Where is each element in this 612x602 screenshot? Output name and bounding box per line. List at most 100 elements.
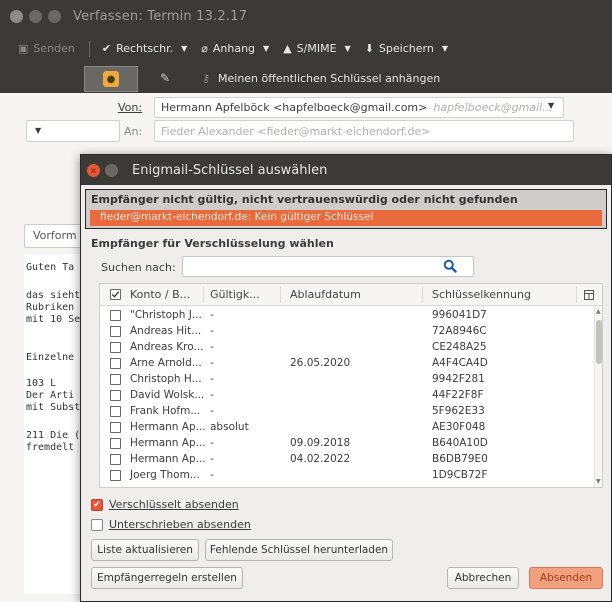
- enigmail-toolbar: ● ✎ ⚷ Meinen öffentlichen Schlüssel anhä…: [0, 65, 612, 93]
- cell-account: "Christoph J...: [130, 309, 202, 321]
- column-divider[interactable]: [576, 287, 577, 303]
- column-divider[interactable]: [203, 287, 204, 303]
- dialog-titlebar: × Enigmail-Schlüssel auswählen: [81, 155, 611, 185]
- download-missing-keys-button[interactable]: Fehlende Schlüssel herunterladen: [205, 539, 393, 561]
- cell-validity: -: [210, 437, 214, 449]
- attach-public-key-button[interactable]: Meinen öffentlichen Schlüssel anhängen: [218, 72, 440, 85]
- row-checkbox[interactable]: [110, 326, 121, 337]
- table-row[interactable]: Hermann Ap... absolut AE30F048: [100, 420, 592, 435]
- column-header-expiry[interactable]: Ablaufdatum: [290, 288, 361, 301]
- body-line: das sieht: [26, 290, 81, 301]
- invalid-recipients-title: Empfänger nicht gültig, nicht vertrauens…: [91, 193, 518, 206]
- dialog-minimize-button[interactable]: [105, 163, 118, 177]
- cell-account: Arne Arnold...: [130, 357, 202, 369]
- select-all-checkbox[interactable]: [110, 289, 121, 300]
- create-recipient-rules-button[interactable]: Empfängerregeln erstellen: [91, 567, 243, 589]
- cell-validity: -: [210, 453, 214, 465]
- table-row[interactable]: Hermann Ap... - 04.02.2022 B6DB79E0: [100, 452, 592, 467]
- refresh-list-button[interactable]: Liste aktualisieren: [91, 539, 199, 561]
- dialog-close-button[interactable]: ×: [87, 163, 100, 177]
- cancel-button[interactable]: Abbrechen: [447, 567, 519, 589]
- table-row[interactable]: Hermann Ap... - 09.09.2018 B640A10D: [100, 436, 592, 451]
- attach-button[interactable]: ⌀ Anhang ▼: [201, 42, 269, 55]
- search-icon[interactable]: [443, 259, 457, 273]
- cell-validity: -: [210, 325, 214, 337]
- row-checkbox[interactable]: [110, 406, 121, 417]
- body-line: Rubriken: [26, 302, 75, 313]
- cell-keyid: 44F22F8F: [432, 389, 484, 401]
- chevron-down-icon[interactable]: ▼: [548, 101, 554, 110]
- send-button[interactable]: ▣ Senden: [18, 42, 75, 55]
- table-row[interactable]: Andreas Hit... - 72A8946C: [100, 324, 592, 339]
- row-checkbox[interactable]: [110, 470, 121, 481]
- column-divider[interactable]: [422, 287, 423, 303]
- scroll-down-icon[interactable]: ▼: [596, 478, 601, 485]
- scrollbar-thumb[interactable]: [596, 320, 602, 364]
- sign-send-option[interactable]: Unterschrieben absenden: [91, 518, 251, 531]
- window-minimize-button[interactable]: [29, 9, 42, 23]
- body-line: mit 10 Se: [26, 314, 81, 325]
- cell-validity: -: [210, 405, 214, 417]
- spellcheck-button[interactable]: ✔ Rechtschr. ▼: [102, 42, 187, 55]
- send-button[interactable]: Absenden: [529, 567, 603, 589]
- body-line: Der Arti: [26, 390, 75, 401]
- window-maximize-button[interactable]: [48, 9, 61, 23]
- search-input[interactable]: [182, 256, 474, 277]
- table-row[interactable]: Arne Arnold... - 26.05.2020 A4F4CA4D: [100, 356, 592, 371]
- pen-icon[interactable]: ✎: [160, 71, 170, 85]
- invalid-recipients-box: Empfänger nicht gültig, nicht vertrauens…: [85, 189, 607, 229]
- column-divider[interactable]: [280, 287, 281, 303]
- recipient-select-heading: Empfänger für Verschlüsselung wählen: [91, 237, 334, 250]
- table-row[interactable]: David Wolsk... - 44F22F8F: [100, 388, 592, 403]
- row-checkbox[interactable]: [110, 438, 121, 449]
- row-checkbox[interactable]: [110, 390, 121, 401]
- sign-send-checkbox[interactable]: [91, 518, 103, 531]
- chevron-down-icon[interactable]: ▼: [442, 44, 448, 53]
- invalid-recipient-item[interactable]: fieder@markt-eichendorf.de: Kein gültige…: [90, 210, 602, 226]
- chevron-down-icon[interactable]: ▼: [263, 44, 269, 53]
- cell-keyid: CE248A25: [432, 341, 487, 353]
- to-field[interactable]: Fieder Alexander <fieder@markt-eichendor…: [154, 120, 574, 142]
- table-header: Konto / B... Gültigk... Ablaufdatum Schl…: [100, 284, 602, 306]
- window-close-button[interactable]: [10, 9, 23, 23]
- row-checkbox[interactable]: [110, 422, 121, 433]
- encrypt-toggle-button[interactable]: ●: [84, 66, 138, 92]
- encrypt-send-checkbox[interactable]: ✔: [91, 498, 103, 511]
- table-row[interactable]: Frank Hofm... - 5F962E33: [100, 404, 592, 419]
- checkmark-icon: ✔: [101, 42, 112, 55]
- row-checkbox[interactable]: [110, 374, 121, 385]
- table-row[interactable]: Andreas Kro... - CE248A25: [100, 340, 592, 355]
- save-button[interactable]: ⬇ Speichern ▼: [365, 42, 448, 55]
- column-header-keyid[interactable]: Schlüsselkennung: [432, 288, 531, 301]
- recipient-type-select[interactable]: ▼: [26, 120, 120, 142]
- row-checkbox[interactable]: [110, 310, 121, 321]
- scroll-up-icon[interactable]: ▲: [596, 308, 601, 315]
- table-row[interactable]: "Christoph J... - 996041D7: [100, 308, 592, 323]
- cell-account: Christoph H...: [130, 373, 202, 385]
- table-scrollbar[interactable]: ▲ ▼: [594, 306, 602, 487]
- compose-titlebar: Verfassen: Termin 13.2.17: [0, 0, 612, 32]
- to-label: An:: [124, 125, 143, 138]
- search-label: Suchen nach:: [101, 261, 176, 274]
- chevron-down-icon[interactable]: ▼: [345, 44, 351, 53]
- chevron-down-icon[interactable]: ▼: [181, 44, 187, 53]
- encrypt-send-option[interactable]: ✔ Verschlüsselt absenden: [91, 498, 239, 511]
- row-checkbox[interactable]: [110, 454, 121, 465]
- cell-keyid: 72A8946C: [432, 325, 487, 337]
- cell-account: Frank Hofm...: [130, 405, 201, 417]
- table-row[interactable]: Christoph H... - 9942F281: [100, 372, 592, 387]
- compose-toolbar: ▣ Senden ✔ Rechtschr. ▼ ⌀ Anhang ▼ ▲ S/M…: [0, 32, 612, 65]
- cell-keyid: 1D9CB72F: [432, 469, 488, 481]
- body-line: mit Subst: [26, 402, 81, 413]
- cell-expiry: 04.02.2022: [290, 453, 351, 465]
- column-header-validity[interactable]: Gültigk...: [210, 288, 260, 301]
- smime-button[interactable]: ▲ S/MIME ▼: [283, 42, 351, 55]
- key-icon: ⚷: [202, 72, 211, 85]
- row-checkbox[interactable]: [110, 358, 121, 369]
- row-checkbox[interactable]: [110, 342, 121, 353]
- from-select[interactable]: Hermann Apfelböck <hapfelboeck@gmail.com…: [154, 97, 564, 118]
- table-row[interactable]: Joerg Thom... - 1D9CB72F: [100, 468, 592, 483]
- cell-keyid: 5F962E33: [432, 405, 485, 417]
- column-header-account[interactable]: Konto / B...: [130, 288, 190, 301]
- column-picker-icon[interactable]: [584, 290, 594, 300]
